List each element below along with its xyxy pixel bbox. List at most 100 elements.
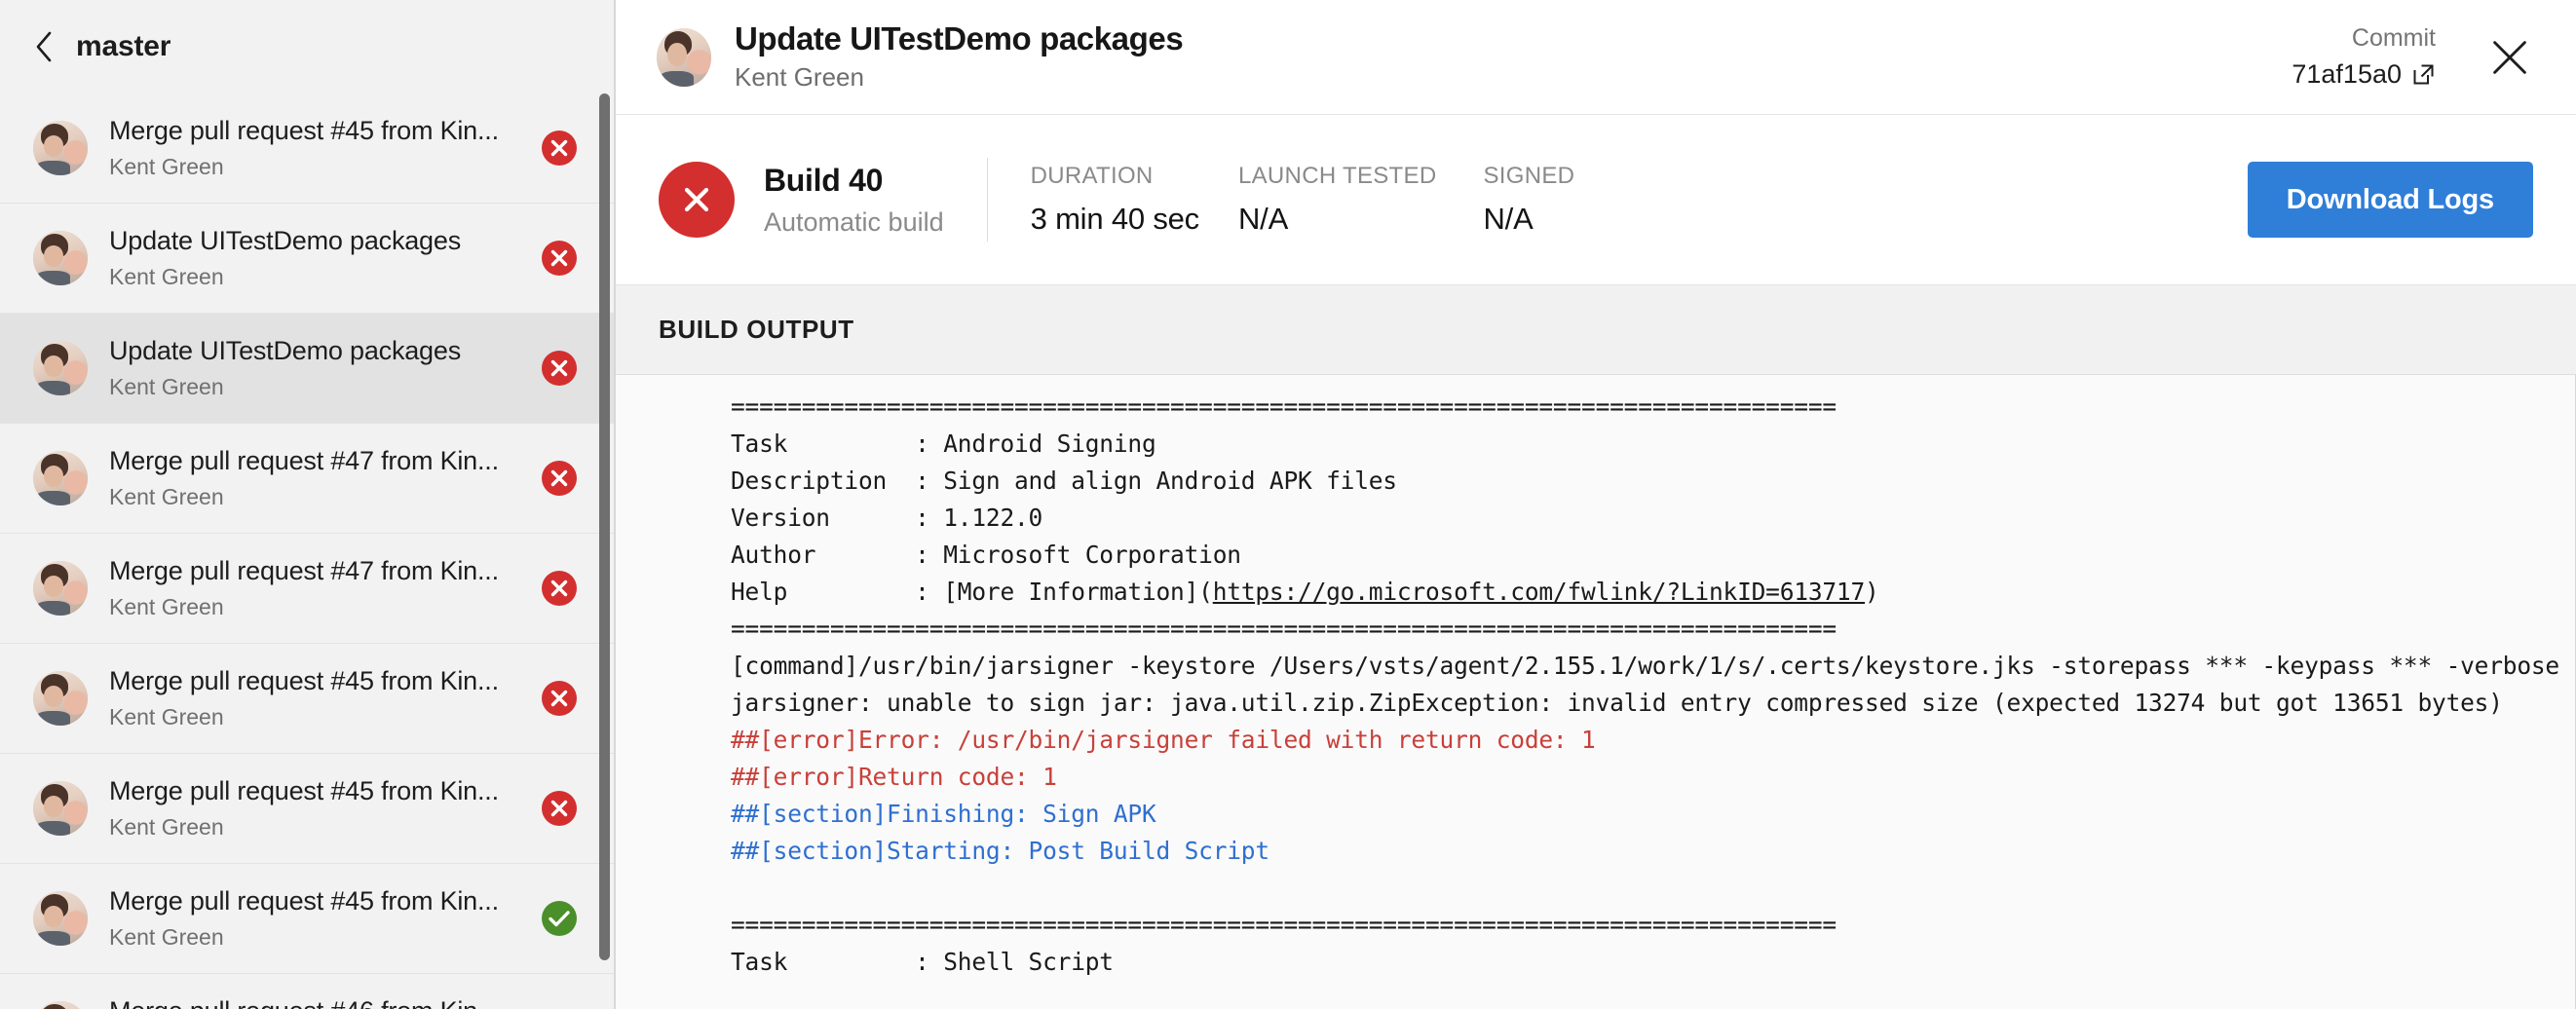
commit-title: Update UITestDemo packages <box>109 226 461 256</box>
commit-hash[interactable]: 71af15a0 <box>2292 58 2402 90</box>
log-help-suffix: ) <box>1865 578 1879 606</box>
chevron-left-icon[interactable] <box>33 30 55 63</box>
log-line-section: ##[section]Finishing: Sign APK <box>731 800 1156 828</box>
log-line: ========================================… <box>731 911 1837 939</box>
build-output-title: BUILD OUTPUT <box>659 315 854 344</box>
commit-label: Commit <box>2351 24 2436 53</box>
commit-text: Merge pull request #45 from Kin... Kent G… <box>109 666 542 729</box>
build-output-log-container[interactable]: ========================================… <box>616 375 2576 1009</box>
status-icon-failed <box>542 571 577 606</box>
commit-list-item[interactable]: Merge pull request #46 from KinKent Gree… <box>0 974 614 1009</box>
commit-list-sidebar: master Merge pull request #45 from Kin..… <box>0 0 616 1009</box>
metric-launch-tested: LAUNCH TESTED N/A <box>1238 163 1437 237</box>
metric-value: N/A <box>1483 201 1534 236</box>
avatar <box>33 561 88 616</box>
avatar <box>33 1001 88 1009</box>
commit-title: Merge pull request #46 from Kin <box>109 996 526 1009</box>
log-line: jarsigner: unable to sign jar: java.util… <box>731 689 2503 717</box>
log-line: Version : 1.122.0 <box>731 504 1043 532</box>
metric-label: DURATION <box>1030 163 1154 189</box>
commit-title: Merge pull request #45 from Kin... <box>109 776 499 806</box>
commit-hash-row[interactable]: 71af15a0 <box>2292 58 2436 90</box>
build-summary-bar: Build 40 Automatic build DURATION 3 min … <box>616 115 2576 285</box>
commit-author: Kent Green <box>109 264 224 290</box>
build-kind: Automatic build <box>764 206 944 237</box>
avatar <box>33 121 88 175</box>
avatar <box>657 27 711 87</box>
log-line: ========================================… <box>731 392 1837 421</box>
log-help-link[interactable]: https://go.microsoft.com/fwlink/?LinkID=… <box>1213 578 1866 606</box>
sidebar-scrollbar-thumb[interactable] <box>599 93 610 960</box>
commit-text: Update UITestDemo packages Kent Green <box>109 226 542 289</box>
metric-value: 3 min 40 sec <box>1030 201 1200 236</box>
build-name: Build 40 <box>764 163 884 199</box>
commit-text: Merge pull request #47 from Kin... Kent G… <box>109 556 542 619</box>
commit-list-item[interactable]: Merge pull request #45 from Kin... Kent G… <box>0 754 614 864</box>
commit-text: Merge pull request #47 from Kin... Kent G… <box>109 446 542 509</box>
log-help-prefix: Help : [More Information]( <box>731 578 1213 606</box>
close-icon <box>2493 40 2526 74</box>
branch-name: master <box>76 30 171 62</box>
status-icon-failed <box>542 681 577 716</box>
commit-list-item[interactable]: Merge pull request #45 from Kin... Kent G… <box>0 93 614 204</box>
commit-list-item[interactable]: Merge pull request #45 from Kin... Kent G… <box>0 644 614 754</box>
metric-label: LAUNCH TESTED <box>1237 163 1437 189</box>
commit-title: Merge pull request #45 from Kin... <box>109 886 499 916</box>
log-line-error: ##[error]Error: /usr/bin/jarsigner faile… <box>731 726 1596 754</box>
commit-title: Merge pull request #47 from Kin... <box>109 556 499 586</box>
commit-title: Merge pull request #45 from Kin... <box>109 116 499 146</box>
page-title: Update UITestDemo packages <box>735 20 1184 57</box>
log-line: [command]/usr/bin/jarsigner -keystore /U… <box>731 652 2576 680</box>
commit-list-item[interactable]: Merge pull request #47 from Kin... Kent G… <box>0 534 614 644</box>
build-status-icon <box>659 162 735 238</box>
commit-author: Kent Green <box>109 814 224 841</box>
avatar <box>33 231 88 285</box>
status-icon-failed <box>542 241 577 276</box>
log-line-section: ##[section]Starting: Post Build Script <box>731 837 1269 865</box>
external-link-icon[interactable] <box>2411 62 2436 87</box>
build-detail-panel: Update UITestDemo packages Kent Green Co… <box>616 0 2576 1009</box>
detail-title-block: Update UITestDemo packages Kent Green <box>735 20 2292 93</box>
metric-duration: DURATION 3 min 40 sec <box>1030 163 1200 237</box>
log-line: ========================================… <box>731 615 1837 643</box>
commit-text: Merge pull request #45 from Kin... Kent G… <box>109 116 542 179</box>
x-circle-icon <box>684 187 709 212</box>
commit-list[interactable]: Merge pull request #45 from Kin... Kent G… <box>0 93 614 1009</box>
commit-author: Kent Green <box>109 484 224 510</box>
download-logs-button[interactable]: Download Logs <box>2247 162 2533 238</box>
commit-author: Kent Green <box>109 154 224 180</box>
commit-list-item[interactable]: Merge pull request #45 from Kin... Kent G… <box>0 864 614 974</box>
commit-list-item[interactable]: Update UITestDemo packages Kent Green <box>0 314 614 424</box>
detail-header: Update UITestDemo packages Kent Green Co… <box>616 0 2576 115</box>
commit-text: Update UITestDemo packages Kent Green <box>109 336 542 399</box>
avatar <box>33 891 88 946</box>
metric-label: SIGNED <box>1483 163 1575 189</box>
commit-author: Kent Green <box>109 374 224 400</box>
log-line-help: Help : [More Information](https://go.mic… <box>731 574 2575 611</box>
detail-author: Kent Green <box>735 62 864 93</box>
close-button[interactable] <box>2486 34 2533 81</box>
commit-title: Merge pull request #47 from Kin... <box>109 446 499 476</box>
log-line-error: ##[error]Return code: 1 <box>731 763 1057 791</box>
avatar <box>33 781 88 836</box>
commit-text: Merge pull request #45 from Kin... Kent G… <box>109 776 542 840</box>
commit-info: Commit 71af15a0 <box>2292 23 2436 90</box>
status-icon-failed <box>542 791 577 826</box>
commit-title: Update UITestDemo packages <box>109 336 461 366</box>
commit-author: Kent Green <box>109 704 224 730</box>
build-output-log[interactable]: ========================================… <box>616 375 2575 981</box>
metric-signed: SIGNED N/A <box>1483 163 1574 237</box>
avatar <box>33 671 88 726</box>
log-line: Author : Microsoft Corporation <box>731 541 1241 569</box>
sidebar-scrollbar[interactable] <box>599 93 610 1009</box>
build-output-header: BUILD OUTPUT <box>616 285 2576 375</box>
commit-list-item[interactable]: Merge pull request #47 from Kin... Kent G… <box>0 424 614 534</box>
commit-list-item[interactable]: Update UITestDemo packages Kent Green <box>0 204 614 314</box>
commit-author: Kent Green <box>109 924 224 951</box>
divider <box>986 158 988 242</box>
metric-value: N/A <box>1237 201 1289 236</box>
commit-text: Merge pull request #46 from KinKent Gree… <box>109 996 542 1009</box>
commit-text: Merge pull request #45 from Kin... Kent G… <box>109 886 542 950</box>
log-line: Task : Android Signing <box>731 430 1156 458</box>
